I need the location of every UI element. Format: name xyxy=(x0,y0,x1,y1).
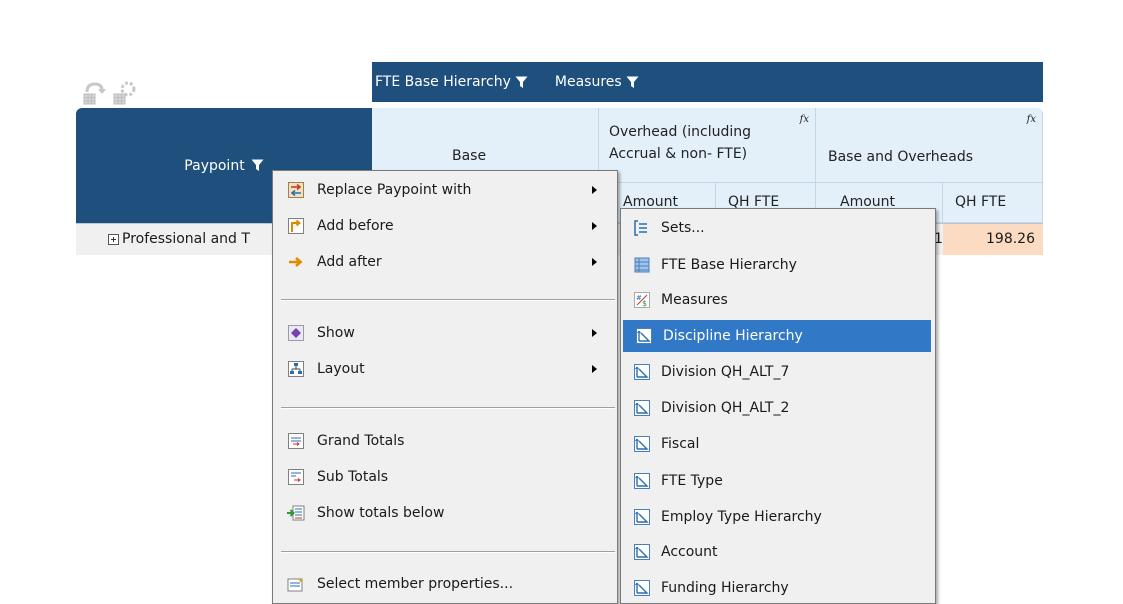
menu-separator xyxy=(281,407,615,409)
submenu-item-division-qh-alt-7[interactable]: Division QH_ALT_7 xyxy=(621,356,935,388)
submenu-item-fte-base-hierarchy[interactable]: FTE Base Hierarchy xyxy=(621,249,935,281)
hierarchy-table-icon xyxy=(633,256,651,274)
svg-text:$: $ xyxy=(642,299,647,308)
menu-item-label: Show xyxy=(317,325,355,341)
menu-item-show-totals-below[interactable]: Show totals below xyxy=(273,498,617,528)
column-hierarchy-fte-base[interactable]: FTE Base Hierarchy xyxy=(375,74,528,90)
submenu-item-account[interactable]: Account xyxy=(621,536,935,568)
submenu-item-label: Funding Hierarchy xyxy=(661,580,789,596)
submenu-item-label: Sets... xyxy=(661,220,705,236)
menu-item-label: Select member properties... xyxy=(317,576,514,592)
menu-item-sub-totals[interactable]: Sub Totals xyxy=(273,462,617,492)
grand-totals-icon xyxy=(287,432,305,450)
column-hierarchy-bar: FTE Base Hierarchy Measures xyxy=(372,62,1043,102)
submenu-arrow-icon xyxy=(592,222,597,230)
measures-icon: # $ xyxy=(633,291,651,309)
hierarchy-icon xyxy=(633,543,651,561)
sub-totals-icon xyxy=(287,468,305,486)
submenu-item-discipline-hierarchy[interactable]: Discipline Hierarchy xyxy=(623,320,931,352)
hierarchy-icon xyxy=(633,435,651,453)
show-icon xyxy=(287,324,305,342)
replace-icon xyxy=(287,181,305,199)
menu-item-grand-totals[interactable]: Grand Totals xyxy=(273,426,617,456)
context-menu: Replace Paypoint with Add before Add aft… xyxy=(272,170,618,604)
base-and-overheads-label: Base and Overheads xyxy=(828,149,974,165)
hierarchy-icon xyxy=(635,327,653,345)
submenu-item-label: Measures xyxy=(661,292,728,308)
column-header-base-and-overheads[interactable]: Base and Overheads fx xyxy=(816,108,1043,183)
grid-toolbar xyxy=(82,80,138,106)
replace-submenu: Sets... FTE Base Hierarchy # $ Measures … xyxy=(620,208,936,604)
submenu-item-measures[interactable]: # $ Measures xyxy=(621,284,935,316)
menu-item-label: Grand Totals xyxy=(317,433,405,449)
menu-item-add-before[interactable]: Add before xyxy=(273,211,617,241)
grid-settings-icon[interactable] xyxy=(112,80,138,106)
submenu-item-label: Division QH_ALT_2 xyxy=(661,400,790,416)
submenu-item-label: Division QH_ALT_7 xyxy=(661,364,790,380)
column-header-overhead[interactable]: Overhead (including Accrual & non- FTE) … xyxy=(599,108,816,183)
row-member-text: Professional and T xyxy=(122,231,250,247)
submenu-item-funding-hierarchy[interactable]: Funding Hierarchy xyxy=(621,572,935,604)
submenu-item-sets[interactable]: Sets... xyxy=(621,212,935,244)
show-totals-below-icon xyxy=(287,504,305,522)
paypoint-label: Paypoint xyxy=(184,157,245,174)
hierarchy-icon xyxy=(633,399,651,417)
swap-axes-icon[interactable] xyxy=(82,80,108,106)
submenu-item-label: Employ Type Hierarchy xyxy=(661,509,822,525)
column-hierarchy-measures[interactable]: Measures xyxy=(555,74,639,90)
submenu-item-label: Account xyxy=(661,544,718,560)
submenu-item-division-qh-alt-2[interactable]: Division QH_ALT_2 xyxy=(621,392,935,424)
formula-icon[interactable]: fx xyxy=(800,114,809,125)
menu-item-label: Show totals below xyxy=(317,505,445,521)
hierarchy-icon xyxy=(633,579,651,597)
subheader-qh-fte[interactable]: QH FTE xyxy=(943,183,1043,223)
submenu-item-label: Fiscal xyxy=(661,436,700,452)
cell-value[interactable]: 198.26 xyxy=(943,224,1043,255)
formula-icon[interactable]: fx xyxy=(1027,114,1036,125)
qh-fte-label: QH FTE xyxy=(955,194,1007,210)
hierarchy-icon xyxy=(633,508,651,526)
submenu-arrow-icon xyxy=(592,365,597,373)
menu-item-layout[interactable]: Layout xyxy=(273,354,617,384)
menu-item-label: Sub Totals xyxy=(317,469,389,485)
submenu-item-label: FTE Type xyxy=(661,473,723,489)
menu-separator xyxy=(281,551,615,553)
menu-item-add-after[interactable]: Add after xyxy=(273,247,617,277)
menu-item-replace[interactable]: Replace Paypoint with xyxy=(273,175,617,205)
menu-item-label: Layout xyxy=(317,361,365,377)
layout-icon xyxy=(287,360,305,378)
submenu-arrow-icon xyxy=(592,329,597,337)
overhead-label-line2: Accrual & non- FTE) xyxy=(609,146,748,162)
member-properties-icon xyxy=(287,575,305,593)
menu-item-label: Add after xyxy=(317,254,382,270)
filter-icon[interactable] xyxy=(515,76,528,89)
submenu-item-label: Discipline Hierarchy xyxy=(663,328,803,344)
filter-icon[interactable] xyxy=(251,159,264,172)
base-label: Base xyxy=(452,148,487,164)
menu-item-show[interactable]: Show xyxy=(273,318,617,348)
submenu-item-fiscal[interactable]: Fiscal xyxy=(621,428,935,460)
measures-label: Measures xyxy=(554,74,622,90)
filter-icon[interactable] xyxy=(626,76,639,89)
add-before-icon xyxy=(287,217,305,235)
submenu-item-employ-type-hierarchy[interactable]: Employ Type Hierarchy xyxy=(621,501,935,533)
fte-base-hierarchy-label: FTE Base Hierarchy xyxy=(375,74,511,90)
overhead-label-line1: Overhead (including xyxy=(609,124,752,140)
menu-item-label: Add before xyxy=(317,218,394,234)
hierarchy-icon xyxy=(633,363,651,381)
submenu-item-fte-type[interactable]: FTE Type xyxy=(621,465,935,497)
expand-icon[interactable] xyxy=(108,233,119,245)
hierarchy-icon xyxy=(633,472,651,490)
menu-separator xyxy=(281,299,615,301)
submenu-arrow-icon xyxy=(592,258,597,266)
menu-item-select-member-properties[interactable]: Select member properties... xyxy=(273,569,617,599)
row-member-label[interactable]: Professional and T xyxy=(108,231,250,247)
menu-item-label: Replace Paypoint with xyxy=(317,182,472,198)
submenu-arrow-icon xyxy=(592,186,597,194)
sets-icon xyxy=(633,219,651,237)
add-after-icon xyxy=(287,253,305,271)
submenu-item-label: FTE Base Hierarchy xyxy=(661,257,797,273)
